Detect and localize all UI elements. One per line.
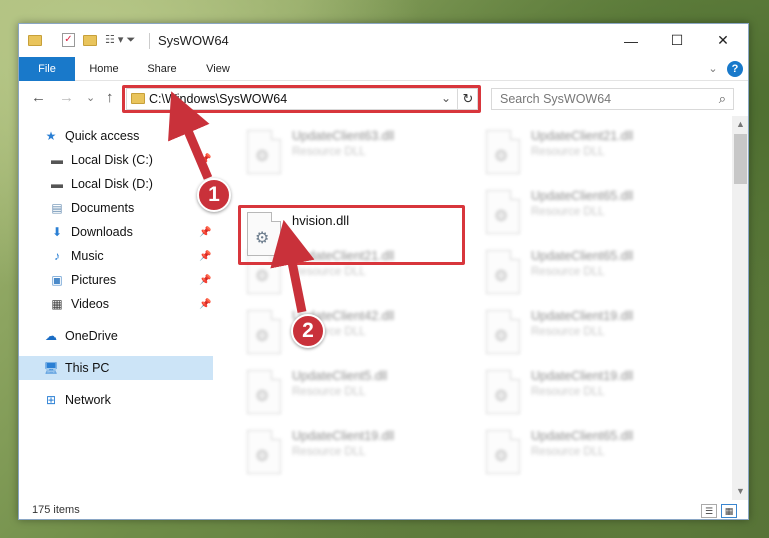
step-2-badge: 2 [291,314,325,348]
sidebar-item-local-disk-d[interactable]: ▬ Local Disk (D:) [49,172,153,196]
dll-file-icon: ⚙ [247,430,281,474]
sidebar-item-videos[interactable]: ▦ Videos [49,292,109,316]
help-icon[interactable]: ? [727,61,743,77]
window-title: SysWOW64 [158,33,229,48]
cloud-icon: ☁ [45,329,57,343]
recent-locations-button[interactable]: ⌄ [86,90,95,106]
sidebar-item-this-pc[interactable]: 🖥 This PC [19,356,213,380]
sidebar-item-documents[interactable]: ▤ Documents [49,196,134,220]
minimize-button[interactable]: — [608,24,654,57]
dll-file-icon: ⚙ [486,250,520,294]
step-1-badge: 1 [197,178,231,212]
search-placeholder: Search SysWOW64 [500,92,612,106]
divider [149,33,150,49]
address-highlight-box [122,85,481,113]
properties-icon[interactable]: ✓ [62,33,75,47]
expand-ribbon-icon[interactable]: ⌄ [703,57,723,81]
pictures-icon: ▣ [51,273,63,287]
file-item[interactable]: ⚙ UpdateClient19.dll Resource DLL [247,428,467,484]
file-list: ⚙ UpdateClient63.dll Resource DLL ⚙ Upda… [224,116,730,500]
ribbon: File Home Share View ⌄ ? [19,57,748,81]
dll-file-icon: ⚙ [247,130,281,174]
status-bar: 175 items ☰ ▦ [19,501,748,519]
drive-icon: ▬ [51,177,63,191]
network-icon: ⊞ [45,393,57,407]
sidebar-item-local-disk-c[interactable]: ▬ Local Disk (C:) [49,148,153,172]
file-item[interactable]: ⚙ UpdateClient21.dll Resource DLL [486,128,706,184]
file-item[interactable]: ⚙ UpdateClient65.dll Resource DLL [486,188,706,244]
navigation-bar: ← → ⌄ ↑ C:\Windows\SysWOW64 ⌄ ↻ Search S… [19,82,748,115]
dll-file-icon: ⚙ [486,430,520,474]
item-count: 175 items [32,504,80,516]
large-icons-view-icon[interactable]: ▦ [721,504,737,518]
pin-icon[interactable]: 📌 [199,251,211,262]
tab-view[interactable]: View [193,57,243,81]
tab-file[interactable]: File [19,57,75,81]
sidebar-item-onedrive[interactable]: ☁ OneDrive [43,324,118,348]
file-item[interactable]: ⚙ UpdateClient65.dll Resource DLL [486,248,706,304]
documents-icon: ▤ [51,201,63,215]
dll-file-icon: ⚙ [486,310,520,354]
drive-icon: ▬ [51,153,63,167]
dll-file-icon: ⚙ [486,370,520,414]
music-icon: ♪ [54,249,60,263]
new-folder-icon[interactable] [83,34,97,46]
customize-toolbar-icon[interactable]: ☷ ▾ ⏷ [105,32,135,48]
file-item[interactable]: ⚙ UpdateClient19.dll Resource DLL [486,308,706,364]
downloads-icon: ⬇ [51,225,63,239]
dll-file-icon: ⚙ [486,130,520,174]
back-button[interactable]: ← [31,90,46,106]
file-item[interactable]: ⚙ UpdateClient42.dll Resource DLL [247,308,467,364]
dll-file-icon: ⚙ [247,370,281,414]
dll-file-icon: ⚙ [486,190,520,234]
tab-home[interactable]: Home [79,57,129,81]
tab-share[interactable]: Share [137,57,187,81]
scroll-down-icon[interactable]: ▼ [736,486,745,496]
pin-icon[interactable]: 📌 [199,154,211,165]
scrollbar-thumb[interactable] [734,134,747,184]
up-button[interactable]: ↑ [106,90,114,106]
vertical-scrollbar[interactable]: ▲ ▼ [732,116,748,500]
file-item[interactable]: ⚙ UpdateClient63.dll Resource DLL [247,128,467,184]
details-view-icon[interactable]: ☰ [701,504,717,518]
sidebar-item-network[interactable]: ⊞ Network [43,388,111,412]
sidebar-item-quick-access[interactable]: ★ Quick access [43,124,140,148]
computer-icon: 🖥 [43,361,59,375]
folder-icon [28,34,42,46]
quick-access-toolbar [28,32,42,48]
navigation-pane: ★ Quick access ▬ Local Disk (C:) 📌 ▬ Local … [19,116,213,500]
pin-icon[interactable]: 📌 [199,275,211,286]
forward-button[interactable]: → [59,90,74,106]
search-icon: ⌕ [718,91,726,106]
videos-icon: ▦ [51,297,63,311]
close-button[interactable]: ✕ [700,24,746,57]
file-highlight-box [238,205,465,265]
pin-icon[interactable]: 📌 [199,227,211,238]
title-bar: ✓ ☷ ▾ ⏷ SysWOW64 — ☐ ✕ [19,24,748,57]
maximize-button[interactable]: ☐ [654,24,700,57]
dll-file-icon: ⚙ [247,310,281,354]
sidebar-item-music[interactable]: ♪ Music [49,244,104,268]
sidebar-item-downloads[interactable]: ⬇ Downloads [49,220,133,244]
file-item[interactable]: ⚙ UpdateClient19.dll Resource DLL [486,368,706,424]
file-item[interactable]: ⚙ UpdateClient5.dll Resource DLL [247,368,467,424]
file-item[interactable]: ⚙ UpdateClient65.dll Resource DLL [486,428,706,484]
scroll-up-icon[interactable]: ▲ [736,119,745,129]
star-icon: ★ [45,129,57,143]
explorer-window: ✓ ☷ ▾ ⏷ SysWOW64 — ☐ ✕ File Home Share V… [18,23,749,520]
pin-icon[interactable]: 📌 [199,299,211,310]
sidebar-item-pictures[interactable]: ▣ Pictures [49,268,116,292]
search-input[interactable]: Search SysWOW64 ⌕ [491,88,734,110]
